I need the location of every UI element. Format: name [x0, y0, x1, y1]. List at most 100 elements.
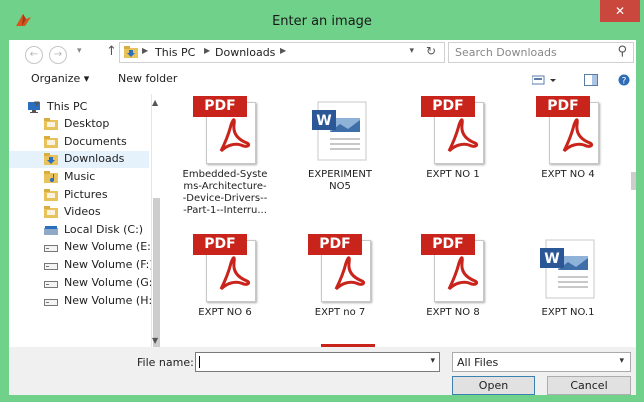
- nav-item-label: Documents: [64, 135, 127, 148]
- breadcrumb-separator: ▶: [204, 46, 211, 55]
- nav-item-videos[interactable]: Videos: [9, 204, 149, 221]
- forward-button[interactable]: →: [49, 46, 67, 64]
- recent-locations-dropdown[interactable]: ▾: [77, 46, 82, 56]
- nav-item-label: New Volume (E:): [64, 240, 152, 253]
- file-name-line: -Device-Drivers--: [182, 193, 268, 204]
- nav-item-new-volume-e[interactable]: New Volume (E:): [9, 239, 152, 256]
- expand-arrow-icon[interactable]: ▼: [34, 100, 39, 108]
- file-name-line: EXPT no 7: [314, 307, 366, 318]
- search-icon[interactable]: ⚲: [617, 44, 627, 59]
- pdf-file-icon: PDF: [308, 234, 374, 302]
- file-item[interactable]: PDF EXPT no 7: [290, 234, 390, 347]
- title-bar[interactable]: Enter an image ✕: [0, 0, 644, 40]
- content-scrollbar[interactable]: [631, 94, 636, 347]
- address-bar[interactable]: ▶ This PC ▶ Downloads ▶ ▾ ↻: [119, 42, 445, 63]
- nav-item-label: Desktop: [64, 117, 110, 130]
- pdf-file-icon: PDF: [193, 234, 259, 302]
- nav-item-music[interactable]: Music: [9, 169, 149, 186]
- help-icon[interactable]: ?: [618, 74, 630, 86]
- nav-item-this-pc[interactable]: This PC: [9, 99, 149, 116]
- address-dropdown[interactable]: ▾: [409, 46, 414, 56]
- file-name-line: EXPT NO 8: [426, 307, 480, 318]
- file-item[interactable]: PDF EXPT NO 4: [518, 96, 618, 216]
- file-item[interactable]: PDF EXPT NO 1: [403, 96, 503, 216]
- organize-button[interactable]: Organize ▾: [31, 72, 89, 85]
- file-item[interactable]: PDF EXPT NO 8: [403, 234, 503, 347]
- nav-item-new-volume-g[interactable]: New Volume (G:): [9, 275, 152, 292]
- word-file-icon: W: [532, 234, 602, 302]
- file-list[interactable]: PDF Embedded-Syste ms-Architecture- -Device…: [175, 94, 631, 347]
- file-item[interactable]: W EXPT NO.1: [518, 234, 618, 347]
- downloads-folder-icon: [44, 153, 58, 165]
- pdf-file-icon: PDF: [421, 96, 487, 164]
- nav-item-new-volume-h[interactable]: New Volume (H:): [9, 293, 152, 310]
- file-name-line: EXPT NO.1: [541, 307, 595, 318]
- pdf-badge: PDF: [193, 96, 247, 117]
- file-name-label: Embedded-Syste ms-Architecture- -Device-Dr…: [175, 169, 275, 217]
- chevron-down-icon[interactable]: ▾: [619, 356, 624, 366]
- drive-icon: [44, 281, 58, 288]
- folder-icon: [44, 136, 58, 148]
- breadcrumb-separator[interactable]: ▶: [280, 46, 286, 55]
- file-name-label: EXPT NO 4: [518, 169, 618, 181]
- scrollbar-thumb[interactable]: [153, 198, 160, 348]
- scroll-down-arrow[interactable]: ▼: [152, 336, 158, 345]
- pdf-badge: PDF: [421, 234, 475, 255]
- nav-item-local-disk-c[interactable]: Local Disk (C:): [9, 222, 149, 239]
- file-item[interactable]: W EXPERIMENT NO5: [290, 96, 390, 216]
- up-button[interactable]: ↑: [106, 44, 117, 59]
- nav-item-label: This PC: [47, 100, 88, 113]
- nav-item-downloads[interactable]: Downloads: [9, 151, 149, 168]
- pdf-file-icon: PDF: [421, 234, 487, 302]
- scroll-up-arrow[interactable]: ▲: [152, 98, 158, 107]
- dialog-client: ← → ▾ ↑ ▶ This PC ▶ Downloads ▶ ▾ ↻ Sear…: [9, 40, 636, 395]
- close-button[interactable]: ✕: [600, 0, 640, 22]
- command-bar: Organize ▾ New folder ?: [9, 68, 636, 92]
- file-name-label: File name:: [137, 356, 194, 369]
- pdf-file-icon: PDF: [536, 96, 602, 164]
- window-title: Enter an image: [272, 14, 372, 29]
- breadcrumb-separator: ▶: [142, 46, 149, 55]
- file-item[interactable]: PDF Embedded-Syste ms-Architecture- -Device…: [175, 96, 275, 216]
- search-box[interactable]: Search Downloads ⚲: [448, 42, 634, 63]
- file-name-area: File name: ▾ All Files ▾ Open Cancel: [9, 347, 636, 395]
- nav-item-new-volume-f[interactable]: New Volume (F:): [9, 257, 152, 274]
- nav-item-label: New Volume (F:): [64, 258, 152, 271]
- nav-item-label: Downloads: [64, 152, 125, 165]
- nav-item-label: New Volume (H:): [64, 294, 152, 307]
- new-folder-button[interactable]: New folder: [118, 72, 177, 85]
- nav-item-pictures[interactable]: Pictures: [9, 187, 149, 204]
- nav-item-label: New Volume (G:): [64, 276, 152, 289]
- nav-item-label: Pictures: [64, 188, 108, 201]
- word-file-icon: W: [304, 96, 374, 164]
- back-button[interactable]: ←: [25, 46, 43, 64]
- nav-item-desktop[interactable]: Desktop: [9, 116, 149, 133]
- preview-pane-icon[interactable]: [584, 74, 598, 86]
- breadcrumb-this-pc[interactable]: This PC: [155, 46, 195, 59]
- file-name-input[interactable]: ▾: [195, 352, 440, 372]
- file-name-line: ms-Architecture-: [183, 181, 267, 192]
- scrollbar-thumb[interactable]: [631, 172, 636, 190]
- refresh-icon[interactable]: ↻: [426, 44, 436, 58]
- address-row: ← → ▾ ↑ ▶ This PC ▶ Downloads ▶ ▾ ↻ Sear…: [9, 40, 636, 68]
- navigation-scrollbar[interactable]: ▲ ▼: [152, 98, 162, 348]
- downloads-folder-icon: [124, 46, 138, 58]
- navigation-pane[interactable]: This PC Desktop Documents Downloads Music Pic…: [9, 94, 152, 347]
- cancel-button[interactable]: Cancel: [547, 376, 631, 395]
- file-item[interactable]: PDF EXPT NO 6: [175, 234, 275, 347]
- open-button[interactable]: Open: [452, 376, 535, 395]
- svg-text:?: ?: [622, 77, 627, 87]
- file-type-select[interactable]: All Files ▾: [452, 352, 631, 372]
- file-name-label: EXPERIMENT NO5: [290, 169, 390, 193]
- folder-icon: [44, 118, 58, 130]
- folder-icon: [44, 206, 58, 218]
- change-view-icon[interactable]: [532, 74, 558, 86]
- chevron-down-icon[interactable]: ▾: [430, 356, 435, 366]
- nav-item-documents[interactable]: Documents: [9, 134, 149, 151]
- nav-item-label: Videos: [64, 205, 101, 218]
- music-folder-icon: [44, 171, 58, 183]
- disk-icon: [44, 226, 58, 235]
- pdf-badge: PDF: [308, 234, 362, 255]
- breadcrumb-downloads[interactable]: Downloads: [215, 46, 275, 59]
- file-name-label: EXPT NO.1: [518, 307, 618, 319]
